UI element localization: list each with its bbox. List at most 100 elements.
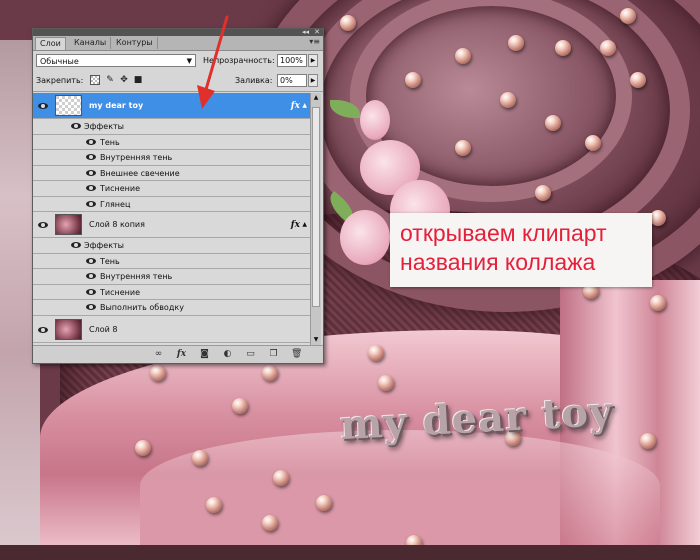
tab-channels[interactable]: Каналы	[70, 37, 112, 49]
tab-paths[interactable]: Контуры	[112, 37, 158, 49]
visibility-eye-icon[interactable]	[37, 326, 49, 334]
layer-thumbnail	[55, 214, 82, 235]
fx-icon[interactable]: fx	[291, 93, 300, 119]
layers-list: my dear toy fx ▲ Эффекты Тень Внутренняя…	[33, 93, 310, 345]
collapse-effects-icon[interactable]: ▲	[302, 93, 307, 119]
effect-eye-icon[interactable]	[86, 169, 96, 177]
effect-row-inner-shadow[interactable]: Внутренняя тень	[33, 150, 310, 166]
new-group-icon[interactable]: ▭	[245, 349, 256, 359]
lock-transparent-icon[interactable]	[90, 75, 100, 85]
pearl	[206, 497, 222, 513]
effect-name: Выполнить обводку	[100, 303, 184, 312]
trash-icon[interactable]: 🗑	[291, 349, 302, 359]
lock-all-icon[interactable]: ■	[133, 75, 143, 85]
effects-eye-icon[interactable]	[71, 123, 81, 130]
effect-row-satin[interactable]: Глянец	[33, 197, 310, 212]
pearl	[455, 140, 471, 156]
effects-eye-icon[interactable]	[71, 242, 81, 249]
flower-bud	[360, 100, 390, 140]
new-layer-icon[interactable]: ❐	[268, 349, 279, 359]
panel-menu-button[interactable]: ▾≡	[309, 37, 320, 46]
pearl	[135, 440, 151, 456]
effect-eye-icon[interactable]	[86, 154, 96, 161]
layer-name[interactable]: Слой 8 копия	[89, 212, 145, 238]
effect-eye-icon[interactable]	[86, 257, 96, 265]
adjustment-layer-icon[interactable]: ◐	[222, 349, 233, 359]
blend-opacity-row: Обычные ▼ Непрозрачность: 100% ▶	[33, 51, 323, 71]
effect-name: Глянец	[100, 199, 131, 209]
satin-fold	[140, 430, 660, 560]
effect-name: Внутренняя тень	[100, 153, 173, 162]
instruction-caption: открываем клипарт названия коллажа	[390, 213, 652, 287]
effect-eye-icon[interactable]	[86, 200, 96, 208]
fill-input[interactable]: 0%	[277, 74, 307, 87]
layers-scrollbar[interactable]: ▲ ▼	[310, 93, 321, 345]
pearl	[500, 92, 516, 108]
collapse-panel-button[interactable]: ◂◂	[302, 28, 309, 36]
bottom-strip	[0, 545, 700, 560]
panel-titlebar[interactable]: ◂◂ ✕	[33, 28, 323, 36]
effects-group-row[interactable]: Эффекты	[33, 238, 310, 254]
pearl	[620, 8, 636, 24]
effect-row-shadow[interactable]: Тень	[33, 135, 310, 150]
effect-eye-icon[interactable]	[86, 288, 96, 296]
lock-paint-icon[interactable]: ✎	[105, 75, 115, 85]
effect-row-outer-glow[interactable]: Внешнее свечение	[33, 166, 310, 181]
close-panel-button[interactable]: ✕	[314, 28, 320, 36]
opacity-slider-button[interactable]: ▶	[308, 54, 318, 67]
blend-mode-value: Обычные	[40, 57, 79, 66]
layer-name[interactable]: my dear toy	[89, 93, 143, 119]
fill-slider-button[interactable]: ▶	[308, 74, 318, 87]
panel-bottom-toolbar: ∞ fx ◙ ◐ ▭ ❐ 🗑	[33, 345, 323, 363]
pearl	[262, 515, 278, 531]
layer-name[interactable]: Слой 8	[89, 317, 117, 343]
effects-label: Эффекты	[84, 122, 124, 131]
layer-row-layer-8-copy[interactable]: Слой 8 копия fx ▲	[33, 212, 310, 238]
effect-eye-icon[interactable]	[86, 138, 96, 146]
scroll-up-icon[interactable]: ▲	[311, 93, 321, 103]
opacity-input[interactable]: 100%	[277, 54, 307, 67]
blend-mode-select[interactable]: Обычные ▼	[36, 54, 196, 67]
caption-line-2: названия коллажа	[400, 249, 596, 275]
fx-icon[interactable]: fx	[176, 349, 187, 359]
effect-eye-icon[interactable]	[86, 273, 96, 280]
effect-row-stroke[interactable]: Выполнить обводку	[33, 300, 310, 316]
visibility-eye-icon[interactable]	[37, 102, 49, 110]
effect-row-emboss[interactable]: Тиснение	[33, 181, 310, 197]
pearl	[316, 495, 332, 511]
fill-label: Заливка:	[235, 76, 273, 85]
effect-row-inner-shadow[interactable]: Внутренняя тень	[33, 269, 310, 285]
layer-row-layer-8[interactable]: Слой 8	[33, 317, 310, 343]
effect-name: Тиснение	[100, 184, 140, 193]
effect-eye-icon[interactable]	[86, 304, 96, 311]
pearl	[340, 15, 356, 31]
link-layers-icon[interactable]: ∞	[153, 349, 164, 359]
pearl	[630, 72, 646, 88]
scroll-thumb[interactable]	[312, 107, 320, 307]
effect-row-shadow[interactable]: Тень	[33, 254, 310, 269]
tab-layers[interactable]: Слои	[35, 37, 66, 50]
lock-move-icon[interactable]: ✥	[119, 75, 129, 85]
effect-eye-icon[interactable]	[86, 185, 96, 192]
visibility-eye-icon[interactable]	[37, 221, 49, 229]
layer-row-my-dear-toy[interactable]: my dear toy fx ▲	[33, 93, 310, 119]
pearl	[640, 433, 656, 449]
effect-row-emboss[interactable]: Тиснение	[33, 285, 310, 300]
pearl	[555, 40, 571, 56]
pearl	[585, 135, 601, 151]
layer-thumbnail	[55, 95, 82, 116]
pearl	[650, 210, 666, 226]
pearl	[378, 375, 394, 391]
caption-line-1: открываем клипарт	[400, 220, 607, 246]
flower-petal	[340, 210, 390, 265]
fx-icon[interactable]: fx	[291, 212, 300, 238]
scroll-down-icon[interactable]: ▼	[311, 335, 321, 345]
pearl	[508, 35, 524, 51]
effects-group-row[interactable]: Эффекты	[33, 119, 310, 135]
pearl	[545, 115, 561, 131]
layer-thumbnail	[55, 319, 82, 340]
panel-tabs: Слои Каналы Контуры ▾≡	[33, 36, 323, 51]
pearl	[650, 295, 666, 311]
collapse-effects-icon[interactable]: ▲	[302, 212, 307, 238]
add-mask-icon[interactable]: ◙	[199, 349, 210, 359]
